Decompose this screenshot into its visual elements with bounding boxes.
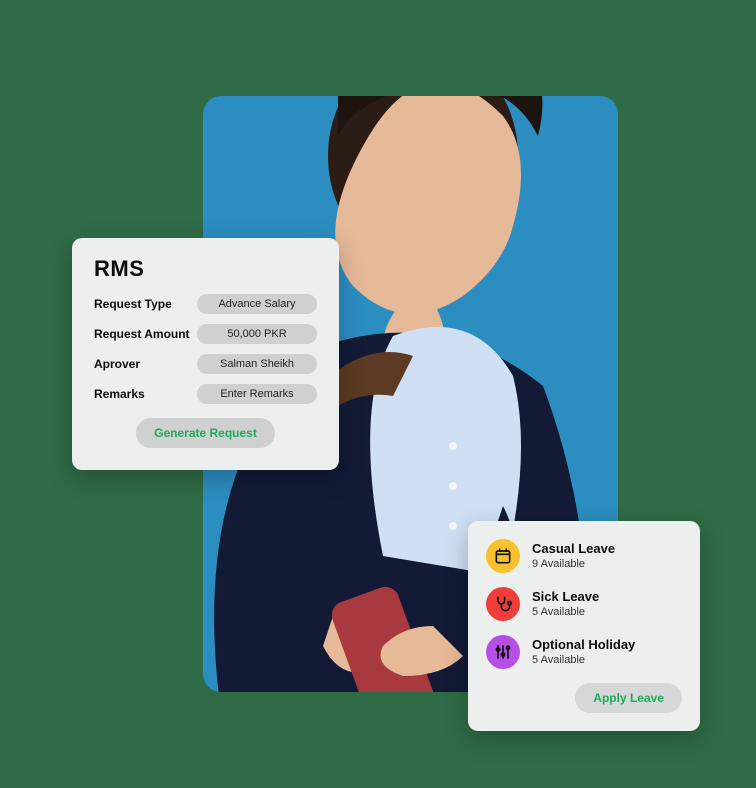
rms-row-remarks: Remarks Enter Remarks — [94, 384, 317, 404]
rms-card: RMS Request Type Advance Salary Request … — [72, 238, 339, 470]
leave-name: Optional Holiday — [532, 638, 635, 652]
stethoscope-icon — [486, 587, 520, 621]
leave-available: 5 Available — [532, 654, 635, 666]
rms-label-approver: Aprover — [94, 357, 190, 371]
rms-label-request-type: Request Type — [94, 297, 190, 311]
sliders-icon — [486, 635, 520, 669]
leave-name: Casual Leave — [532, 542, 615, 556]
rms-label-request-amount: Request Amount — [94, 327, 190, 341]
leave-available: 9 Available — [532, 558, 615, 570]
generate-request-button[interactable]: Generate Request — [136, 418, 275, 448]
rms-row-approver: Aprover Salman Sheikh — [94, 354, 317, 374]
apply-leave-button[interactable]: Apply Leave — [575, 683, 682, 713]
rms-input-request-amount[interactable]: 50,000 PKR — [197, 324, 317, 344]
leave-item-casual[interactable]: Casual Leave 9 Available — [486, 539, 682, 573]
leave-item-sick[interactable]: Sick Leave 5 Available — [486, 587, 682, 621]
calendar-icon — [486, 539, 520, 573]
rms-label-remarks: Remarks — [94, 387, 190, 401]
leave-item-optional[interactable]: Optional Holiday 5 Available — [486, 635, 682, 669]
leave-available: 5 Available — [532, 606, 599, 618]
rms-row-request-type: Request Type Advance Salary — [94, 294, 317, 314]
rms-input-request-type[interactable]: Advance Salary — [197, 294, 317, 314]
leave-name: Sick Leave — [532, 590, 599, 604]
rms-input-approver[interactable]: Salman Sheikh — [197, 354, 317, 374]
rms-row-request-amount: Request Amount 50,000 PKR — [94, 324, 317, 344]
rms-input-remarks[interactable]: Enter Remarks — [197, 384, 317, 404]
rms-title: RMS — [94, 256, 317, 282]
leave-card: Casual Leave 9 Available Sick Leave 5 Av… — [468, 521, 700, 731]
